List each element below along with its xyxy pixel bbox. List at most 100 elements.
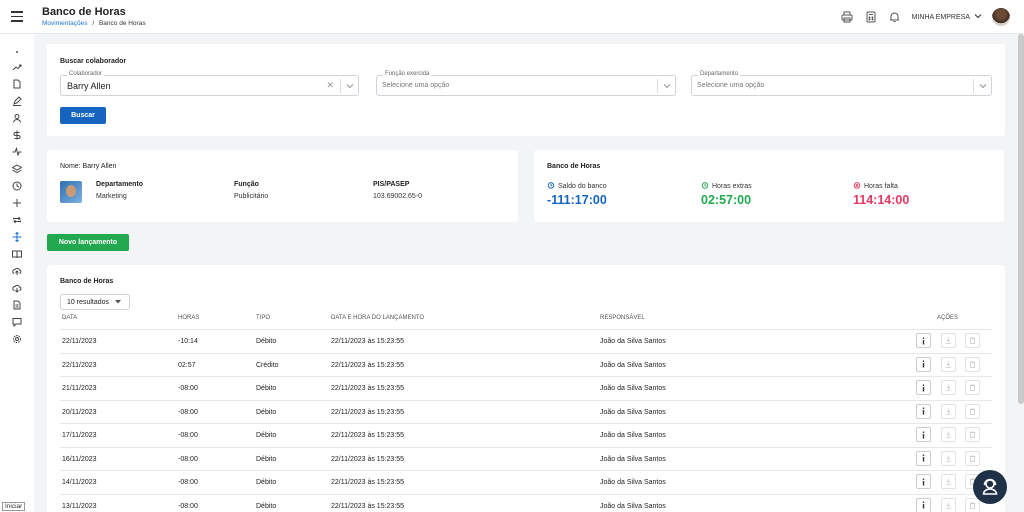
info-icon[interactable] [916, 497, 931, 512]
colaborador-select[interactable]: Colaborador Barry Allen ✕ [60, 71, 359, 96]
support-button[interactable] [973, 470, 1007, 504]
bank-summary-card: Banco de Horas Saldo do banco -111:17:00… [534, 150, 1004, 222]
book-open-icon[interactable] [11, 248, 23, 260]
cloud-upload-icon[interactable] [11, 265, 23, 277]
info-icon[interactable] [916, 474, 931, 489]
printer-icon[interactable] [840, 10, 854, 24]
download-icon[interactable] [941, 427, 956, 442]
trash-icon[interactable] [965, 403, 980, 419]
activity-icon[interactable] [11, 146, 23, 158]
cell-horas: -10:14 [178, 338, 198, 345]
download-icon[interactable] [941, 356, 956, 372]
cell-lancamento: 22/11/2023 às 15:23:55 [331, 408, 405, 416]
download-icon[interactable] [941, 380, 956, 395]
company-name: MINHA EMPRESA [911, 13, 970, 21]
info-icon[interactable] [916, 356, 931, 372]
pen-icon[interactable] [11, 95, 23, 107]
table-row: 21/11/2023 -08:00 Débito 22/11/2023 às 15:2… [60, 376, 992, 400]
trending-icon[interactable] [11, 61, 23, 73]
user-avatar[interactable] [992, 8, 1010, 26]
file-icon[interactable] [11, 78, 23, 90]
breadcrumb-link-movimentacoes[interactable]: Movimentações [42, 20, 88, 27]
funcao-label: Função exercida [383, 71, 432, 77]
chevron-down-icon[interactable] [340, 79, 358, 93]
chevron-down-icon[interactable] [657, 79, 675, 93]
table-row: 22/11/2023 02:57 Crédito 22/11/2023 às 15:2… [60, 352, 992, 377]
dot-icon[interactable] [11, 46, 23, 58]
results-per-page-select[interactable]: 10 resultados [60, 294, 130, 310]
layers-icon[interactable] [11, 163, 23, 175]
company-selector[interactable]: MINHA EMPRESA [912, 13, 982, 21]
cell-lancamento: 22/11/2023 às 15:23:55 [331, 361, 405, 369]
move-icon[interactable] [11, 231, 23, 243]
colaborador-label: Colaborador [67, 71, 105, 77]
trash-icon[interactable] [965, 427, 980, 442]
cell-responsavel: João da Silva Santos [600, 361, 666, 369]
results-value: 10 resultados [67, 298, 110, 306]
page-scrollbar[interactable] [1018, 34, 1024, 404]
chevron-down-icon[interactable] [973, 79, 991, 93]
download-icon[interactable] [941, 403, 956, 419]
info-icon[interactable] [916, 450, 931, 466]
info-icon[interactable] [916, 427, 931, 442]
download-icon[interactable] [941, 333, 956, 348]
settings-icon[interactable] [11, 333, 23, 345]
cell-data: 20/11/2023 [62, 408, 97, 416]
pis-value: 103.69002.65-0 [373, 193, 423, 200]
table-title: Banco de Horas [60, 278, 114, 285]
bell-icon[interactable] [888, 10, 902, 24]
alarm-clock-off-icon [853, 181, 861, 191]
download-icon[interactable] [941, 450, 956, 466]
download-icon[interactable] [941, 474, 956, 489]
message-icon[interactable] [11, 316, 23, 328]
start-button[interactable]: Iniciar [2, 502, 26, 511]
trash-icon[interactable] [965, 356, 980, 372]
trash-icon[interactable] [965, 380, 980, 395]
cell-lancamento: 22/11/2023 às 15:23:55 [331, 455, 405, 463]
cell-lancamento: 22/11/2023 às 15:23:55 [331, 432, 405, 439]
breadcrumb-separator: / [92, 20, 95, 27]
colaborador-value: Barry Allen [67, 81, 111, 91]
saldo-value: -111:17:00 [547, 193, 607, 207]
bank-title: Banco de Horas [547, 163, 601, 170]
buscar-button[interactable]: Buscar [60, 107, 106, 124]
cell-tipo: Débito [256, 479, 277, 486]
repeat-icon[interactable] [11, 214, 23, 226]
cell-tipo: Débito [256, 502, 277, 510]
menu-icon[interactable] [11, 11, 23, 22]
breadcrumb: Movimentações / Banco de Horas [42, 20, 146, 27]
breadcrumb-current: Banco de Horas [98, 20, 146, 27]
cell-horas: -08:00 [178, 385, 198, 392]
alarm-clock-icon [547, 181, 555, 191]
funcao-select[interactable]: Função exercida Selecione uma opção [376, 71, 676, 96]
download-icon[interactable] [941, 497, 956, 512]
plus-icon[interactable] [11, 197, 23, 209]
extras-block: Horas extras 02:57:00 [701, 181, 752, 207]
saldo-block: Saldo do banco -111:17:00 [547, 181, 607, 207]
dollar-icon[interactable] [11, 129, 23, 141]
novo-lancamento-button[interactable]: Novo lançamento [47, 234, 129, 251]
cell-tipo: Débito [256, 455, 277, 463]
trash-icon[interactable] [965, 333, 980, 348]
user-icon[interactable] [11, 112, 23, 124]
clear-icon[interactable]: ✕ [326, 80, 334, 91]
header-data: DATA [62, 315, 78, 321]
cell-lancamento: 22/11/2023 às 15:23:55 [331, 338, 405, 345]
saldo-label: Saldo do banco [558, 182, 607, 190]
info-icon[interactable] [916, 380, 931, 395]
employee-name: Nome: Barry Allen [60, 163, 117, 170]
funcao-value: Publicitário [234, 193, 269, 200]
departamento-select[interactable]: Departamento Selecione uma opção [691, 71, 992, 96]
clock-icon[interactable] [11, 180, 23, 192]
calculator-icon[interactable] [864, 10, 878, 24]
document-icon[interactable] [11, 299, 23, 311]
departamento-value: Marketing [96, 193, 127, 200]
table-row: 16/11/2023 -08:00 Débito 22/11/2023 às 15:2… [60, 446, 992, 471]
cell-tipo: Crédito [256, 361, 279, 369]
sidebar [0, 34, 34, 512]
info-icon[interactable] [916, 333, 931, 348]
cloud-download-icon[interactable] [11, 282, 23, 294]
table-row: 20/11/2023 -08:00 Débito 22/11/2023 às 15:2… [60, 399, 992, 424]
info-icon[interactable] [916, 403, 931, 419]
trash-icon[interactable] [965, 450, 980, 466]
